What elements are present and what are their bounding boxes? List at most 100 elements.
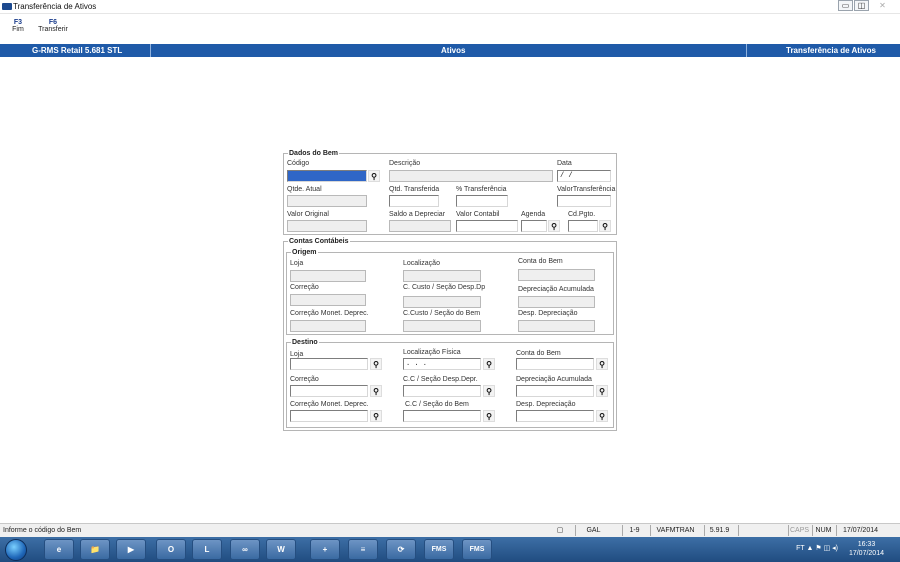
saldo-depreciar-label: Saldo a Depreciar [389,211,446,218]
descricao-label: Descrição [389,160,421,167]
f6-transferir-button[interactable]: F6 Transferir [36,19,70,33]
close-button[interactable]: ✕ [875,0,890,11]
clipboard-icon[interactable]: ▢ [553,525,567,536]
destino-dep-acumulada-label: Depreciação Acumulada [516,376,592,383]
origem-ccusto-bem-label: C.Custo / Seção do Bem [403,310,481,317]
origem-correcao-monet-label: Correção Monet. Deprec. [290,310,369,317]
cd-pgto-search-icon[interactable]: ⚲ [599,220,611,232]
destino-correcao-monet-input[interactable] [290,410,368,422]
origem-desp-depreciacao-field [518,320,595,332]
destino-desp-depreciacao-label: Desp. Depreciação [516,401,576,408]
window-titlebar [0,0,900,14]
pct-transferencia-label: % Transferência [456,186,507,193]
start-button[interactable] [5,539,27,561]
codigo-search-icon[interactable]: ⚲ [368,170,380,182]
origem-correcao-label: Correção [290,284,319,291]
app-icon [2,3,12,10]
status-cell-range: 1-9 [622,525,646,536]
descricao-field [389,170,553,182]
cd-pgto-label: Cd.Pgto. [568,211,596,218]
destino-loja-search-icon[interactable]: ⚲ [370,358,382,370]
system-tray[interactable]: FT ▲ ⚑ ◫ ◂) [796,544,838,552]
destino-conta-bem-input[interactable] [516,358,594,370]
status-cell-caps: CAPS [788,525,810,536]
taskbar-word-icon[interactable]: W [266,539,296,560]
destino-loja-input[interactable] [290,358,368,370]
codigo-input[interactable] [287,170,367,182]
agenda-search-icon[interactable]: ⚲ [548,220,560,232]
valor-original-field [287,220,367,232]
taskbar-tool-icon[interactable]: + [310,539,340,560]
contas-contabeis-legend: Contas Contábeis [289,238,349,245]
destino-correcao-monet-search-icon[interactable]: ⚲ [370,410,382,422]
valor-contabil-label: Valor Contabil [456,211,500,218]
origem-loja-label: Loja [290,260,304,267]
origem-ccusto-desp-field [403,296,481,308]
destino-desp-depreciacao-input[interactable] [516,410,594,422]
status-cell-empty [738,525,786,536]
f3-fim-button[interactable]: F3 Fim [8,19,28,33]
taskbar-fms-icon[interactable]: FMS [424,539,454,560]
destino-ccusto-desp-label: C.C / Seção Desp.Depr. [403,376,478,383]
destino-correcao-input[interactable] [290,385,368,397]
f6-label: Transferir [38,26,68,33]
origem-conta-bem-label: Conta do Bem [518,258,563,265]
f3-key: F3 [13,19,23,26]
destino-correcao-label: Correção [290,376,319,383]
taskbar-lync-icon[interactable]: L [192,539,222,560]
taskbar-clock[interactable]: 16:33 17/07/2014 [849,540,884,558]
clock-date: 17/07/2014 [848,550,884,557]
codigo-label: Código [287,160,310,167]
dados-bem-legend: Dados do Bem [289,150,339,157]
destino-ccusto-bem-search-icon[interactable]: ⚲ [483,410,495,422]
status-cell-gal: GAL [575,525,611,536]
window-title: Transferência de Ativos [13,2,97,11]
destino-ccusto-desp-input[interactable] [403,385,481,397]
taskbar-ie-icon[interactable]: e [44,539,74,560]
taskbar-app-icon[interactable]: ∞ [230,539,260,560]
cd-pgto-input[interactable] [568,220,598,232]
taskbar-outlook-icon[interactable]: O [156,539,186,560]
destino-dep-acumulada-input[interactable] [516,385,594,397]
destino-correcao-search-icon[interactable]: ⚲ [370,385,382,397]
origem-legend: Origem [292,249,317,256]
pct-transferencia-input[interactable] [456,195,508,207]
maximize-button[interactable]: ◫ [854,0,869,11]
destino-legend: Destino [292,339,318,346]
origem-localizacao-label: Localização [403,260,440,267]
taskbar-media-icon[interactable]: ▶ [116,539,146,560]
destino-localizacao-search-icon[interactable]: ⚲ [483,358,495,370]
destino-ccusto-bem-input[interactable] [403,410,481,422]
status-cell-date: 17/07/2014 [836,525,884,536]
destino-localizacao-input[interactable]: . . . [403,358,481,370]
qtd-transferida-input[interactable] [389,195,439,207]
destino-ccusto-desp-search-icon[interactable]: ⚲ [483,385,495,397]
minimize-button[interactable]: ▭ [838,0,853,11]
destino-conta-bem-search-icon[interactable]: ⚲ [596,358,608,370]
agenda-label: Agenda [521,211,546,218]
origem-dep-acumulada-field [518,296,595,308]
origem-ccusto-bem-field [403,320,481,332]
taskbar-sync-icon[interactable]: ⟳ [386,539,416,560]
destino-ccusto-bem-label: C.C / Seção do Bem [405,401,469,408]
qtd-transferida-label: Qtd. Transferida [389,186,440,193]
origem-localizacao-field [403,270,481,282]
origem-desp-depreciacao-label: Desp. Depreciação [518,310,578,317]
destino-dep-acumulada-search-icon[interactable]: ⚲ [596,385,608,397]
agenda-input[interactable] [521,220,547,232]
destino-desp-depreciacao-search-icon[interactable]: ⚲ [596,410,608,422]
valor-contabil-input[interactable] [456,220,518,232]
status-cell-num: NUM [812,525,834,536]
data-label: Data [557,160,572,167]
valor-transferencia-input[interactable] [557,195,611,207]
status-message: Informe o código do Bem [3,527,82,534]
qtde-atual-field [287,195,367,207]
taskbar-tool2-icon[interactable]: ≡ [348,539,378,560]
taskbar-fms2-icon[interactable]: FMS [462,539,492,560]
data-input[interactable]: / / [557,170,611,182]
clock-time: 16:33 [857,541,876,548]
qtde-atual-label: Qtde. Atual [287,186,322,193]
taskbar-explorer-icon[interactable]: 📁 [80,539,110,560]
saldo-depreciar-field [389,220,451,232]
origem-correcao-monet-field [290,320,366,332]
